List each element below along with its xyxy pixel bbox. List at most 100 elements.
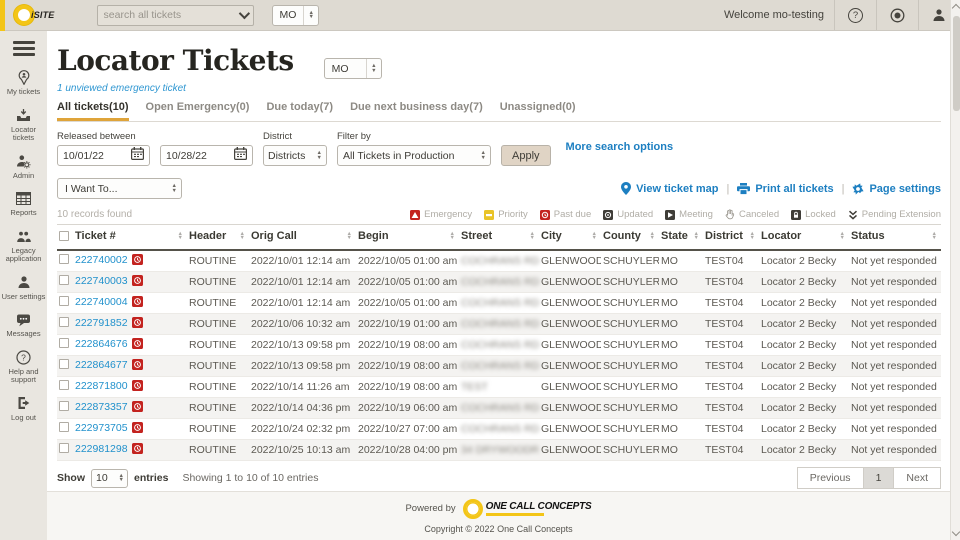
row-checkbox[interactable]	[59, 443, 69, 453]
date-from-field[interactable]	[57, 145, 150, 166]
view-ticket-map-link[interactable]: View ticket map	[621, 182, 718, 195]
ticket-link[interactable]: 222791852	[75, 317, 128, 329]
row-checkbox[interactable]	[59, 401, 69, 411]
sort-icon[interactable]: ▲ ▼	[592, 231, 599, 241]
released-between-label: Released between	[57, 131, 136, 142]
search-input[interactable]	[103, 9, 239, 21]
tab-due-today[interactable]: Due today(7)	[266, 101, 333, 121]
row-checkbox[interactable]	[59, 254, 69, 264]
calendar-icon[interactable]	[234, 146, 248, 165]
tab-due-next-business-day[interactable]: Due next business day(7)	[350, 101, 483, 121]
page-number-button[interactable]: 1	[863, 467, 895, 489]
row-checkbox[interactable]	[59, 359, 69, 369]
column-header-street[interactable]: Street ▲ ▼	[459, 224, 539, 251]
date-to-input[interactable]	[166, 149, 226, 162]
apply-button[interactable]: Apply	[501, 145, 551, 166]
svg-text:?: ?	[21, 352, 26, 362]
column-header-city[interactable]: City ▲ ▼	[539, 224, 601, 251]
app-logo[interactable]: iSITE	[14, 5, 55, 25]
row-checkbox[interactable]	[59, 296, 69, 306]
sort-icon[interactable]: ▲ ▼	[650, 231, 657, 241]
header-cell: ROUTINE	[187, 334, 249, 356]
row-checkbox[interactable]	[59, 338, 69, 348]
sort-icon[interactable]: ▲ ▼	[530, 231, 537, 241]
sidebar-item-help-and-support[interactable]: ? Help and support	[0, 349, 47, 385]
column-header-header[interactable]: Header ▲ ▼	[187, 224, 249, 251]
ticket-link[interactable]: 222740003	[75, 275, 128, 287]
ticket-search[interactable]	[96, 4, 254, 26]
entries-per-page-select[interactable]: 10 ▲ ▼	[91, 468, 128, 488]
ticket-link[interactable]: 222864676	[75, 338, 128, 350]
date-to-field[interactable]	[160, 145, 253, 166]
row-checkbox[interactable]	[59, 317, 69, 327]
more-search-options-link[interactable]: More search options	[566, 141, 674, 153]
sidebar-item-reports[interactable]: Reports	[0, 191, 47, 218]
print-all-tickets-link[interactable]: Print all tickets	[737, 182, 834, 195]
sidebar-item-user-settings[interactable]: User settings	[0, 275, 47, 302]
scroll-up-icon[interactable]	[951, 3, 960, 13]
ticket-link[interactable]: 222740004	[75, 296, 128, 308]
sort-icon[interactable]: ▲ ▼	[932, 231, 939, 241]
sidebar-item-my-tickets[interactable]: My tickets	[0, 70, 47, 97]
ticket-link[interactable]: 222873357	[75, 401, 128, 413]
tab-open-emergency[interactable]: Open Emergency(0)	[146, 101, 250, 121]
calendar-icon[interactable]	[131, 146, 145, 165]
column-header-locator[interactable]: Locator ▲ ▼	[759, 224, 849, 251]
status-cell: Not yet responded	[849, 418, 941, 440]
column-header-county[interactable]: County ▲ ▼	[601, 224, 659, 251]
column-header-state[interactable]: State ▲ ▼	[659, 224, 703, 251]
sidebar-item-log-out[interactable]: Log out	[0, 396, 47, 423]
ticket-link[interactable]: 222981298	[75, 443, 128, 455]
previous-page-button[interactable]: Previous	[796, 467, 864, 489]
sort-icon[interactable]: ▲ ▼	[178, 231, 185, 241]
tab-unassigned[interactable]: Unassigned(0)	[500, 101, 576, 121]
county-cell: SCHUYLER	[601, 418, 659, 440]
row-checkbox[interactable]	[59, 380, 69, 390]
scrollbar-thumb[interactable]	[952, 16, 960, 111]
i-want-to-select[interactable]: I Want To... ▲ ▼	[57, 178, 182, 199]
sidebar-item-legacy-application[interactable]: Legacy application	[0, 229, 47, 264]
emergency-notice-link[interactable]: 1 unviewed emergency ticket	[57, 83, 941, 94]
sort-icon[interactable]: ▲ ▼	[694, 231, 701, 241]
sidebar-item-admin[interactable]: Admin	[0, 154, 47, 181]
menu-toggle-button[interactable]	[12, 41, 35, 56]
help-button[interactable]: ?	[834, 0, 876, 30]
sort-icon[interactable]: ▲ ▼	[240, 231, 247, 241]
ticket-link[interactable]: 222740002	[75, 254, 128, 266]
select-all-checkbox[interactable]	[59, 231, 69, 241]
tab-all-tickets[interactable]: All tickets(10)	[57, 101, 129, 121]
sort-icon[interactable]: ▲ ▼	[750, 231, 757, 241]
topbar-state-select[interactable]: MO ▲ ▼	[271, 4, 319, 26]
sort-icon[interactable]: ▲ ▼	[840, 231, 847, 241]
sort-icon[interactable]: ▲ ▼	[347, 231, 354, 241]
begin-cell: 2022/10/19 06:00 am	[356, 397, 459, 419]
ticket-link[interactable]: 222973705	[75, 422, 128, 434]
next-page-button[interactable]: Next	[894, 467, 941, 489]
ticket-link[interactable]: 222864677	[75, 359, 128, 371]
column-header-ticket[interactable]: Ticket # ▲ ▼	[57, 224, 187, 251]
sidebar-item-label: Admin	[12, 170, 35, 180]
date-from-input[interactable]	[63, 149, 123, 162]
sidebar-item-locator-tickets[interactable]: Locator tickets	[0, 108, 47, 143]
county-cell: SCHUYLER	[601, 334, 659, 356]
scroll-down-icon[interactable]	[951, 527, 960, 537]
vertical-scrollbar[interactable]	[950, 0, 960, 540]
row-checkbox[interactable]	[59, 422, 69, 432]
column-header-status[interactable]: Status ▲ ▼	[849, 224, 941, 251]
column-header-orig-call[interactable]: Orig Call ▲ ▼	[249, 224, 356, 251]
sort-icon[interactable]: ▲ ▼	[450, 231, 457, 241]
row-checkbox[interactable]	[59, 275, 69, 285]
column-header-district[interactable]: District ▲ ▼	[703, 224, 759, 251]
sidebar-item-messages[interactable]: Messages	[0, 312, 47, 339]
column-header-begin[interactable]: Begin ▲ ▼	[356, 224, 459, 251]
ticket-cell: 222873357	[57, 397, 187, 419]
district-select[interactable]: Districts ▲ ▼	[263, 145, 327, 166]
ticket-link[interactable]: 222871800	[75, 380, 128, 392]
feedback-button[interactable]	[876, 0, 918, 30]
page-state-select[interactable]: MO ▲ ▼	[323, 58, 382, 79]
table-row: 222740003 ROUTINE 2022/10/01 12:14 am 20…	[57, 271, 941, 293]
page-settings-link[interactable]: Page settings	[852, 183, 941, 195]
past-due-icon	[131, 275, 143, 289]
county-cell: SCHUYLER	[601, 376, 659, 398]
filter-by-select[interactable]: All Tickets in Production ▲ ▼	[337, 145, 491, 166]
